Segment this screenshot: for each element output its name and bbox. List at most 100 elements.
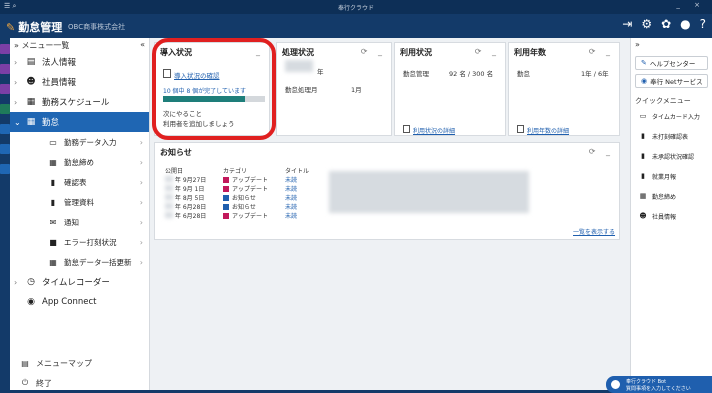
refresh-minimize-icons[interactable]: ⟳ _ bbox=[589, 47, 614, 58]
category-text: アップデート bbox=[232, 213, 269, 220]
refresh-minimize-icons[interactable]: ⟳ _ bbox=[589, 147, 614, 158]
product-logo[interactable]: ✎ 勤怠管理 bbox=[6, 19, 62, 35]
notice-date: 年 8月 5日 bbox=[163, 193, 221, 202]
sidebar-sub-label: 勤怠締め bbox=[64, 157, 94, 167]
quick-item-monthly[interactable]: ▮ 就業月報 bbox=[631, 166, 712, 186]
column-header: カテゴリ bbox=[223, 168, 248, 175]
menu-map-icon: ▤ bbox=[21, 358, 29, 368]
sidebar-sub-report[interactable]: ▮ 確認表 › bbox=[10, 172, 149, 192]
sidebar-menu: » メニュー一覧 « › ▤ 法人情報 › ☻ 社員情報 › ▦ 勤務スケジュー… bbox=[10, 38, 150, 393]
net-service-button[interactable]: ◉ 奉行 Netサービス bbox=[635, 74, 708, 88]
network-icon: ◉ bbox=[641, 77, 648, 85]
sidebar-item-employees[interactable]: › ☻ 社員情報 bbox=[10, 72, 149, 92]
user-icon[interactable]: ● bbox=[680, 17, 690, 31]
table-row[interactable]: 年 6月28日 アップデート 未読 bbox=[163, 211, 323, 220]
table-row[interactable]: 年 8月 5日 お知らせ 未読 bbox=[163, 193, 323, 202]
sidebar-sub-error-stamp[interactable]: ■ エラー打刻状況 › bbox=[10, 232, 149, 252]
sidebar-item-schedule[interactable]: › ▦ 勤務スケジュール bbox=[10, 92, 149, 112]
chevron-right-icon: › bbox=[14, 277, 18, 287]
process-status-card: 処理状況 ⟳ _ 年 勤怠処理月 1月 bbox=[276, 42, 392, 136]
sidebar-header: » メニュー一覧 « bbox=[10, 38, 149, 52]
window-controls[interactable]: _ × bbox=[676, 1, 706, 9]
years-status-title: 利用年数 ⟳ _ bbox=[509, 43, 619, 62]
settings-icon[interactable]: ⚙ bbox=[641, 17, 652, 31]
table-row[interactable]: 年 9月 1日 アップデート 未読 bbox=[163, 184, 323, 193]
button-label: 奉行 Netサービス bbox=[650, 78, 703, 86]
quick-menu-label: クイックメニュー bbox=[635, 97, 691, 105]
export-icon[interactable]: ⇥ bbox=[622, 17, 632, 31]
table-row[interactable]: 年 9月27日 アップデート 未読 bbox=[163, 175, 323, 184]
sidebar-item-app-connect[interactable]: ◉ App Connect bbox=[10, 292, 149, 312]
quick-item-employees[interactable]: ☻ 社員情報 bbox=[631, 206, 712, 226]
category-color-swatch bbox=[223, 213, 229, 219]
sidebar-sub-bulk-update[interactable]: ▦ 勤怠データ一括更新 › bbox=[10, 252, 149, 272]
chatbot-prompt: 質問事項を入力してください bbox=[626, 386, 691, 392]
notice-category: お知らせ bbox=[221, 202, 283, 211]
app-icon-4[interactable] bbox=[0, 104, 10, 114]
sidebar-sub-label: 管理資料 bbox=[64, 197, 94, 207]
date-text: 年 6月28日 bbox=[174, 213, 207, 220]
notice-date: 年 9月27日 bbox=[163, 175, 221, 184]
help-icon[interactable]: ? bbox=[700, 17, 706, 31]
notice-status: 未読 bbox=[285, 186, 298, 193]
quick-item-label: 社員情報 bbox=[652, 213, 677, 221]
quick-item-closing[interactable]: ▦ 勤怠締め bbox=[631, 186, 712, 206]
refresh-minimize-icons[interactable]: ⟳ _ bbox=[475, 47, 500, 58]
chatbot-button[interactable]: 奉行クラウド Bot 質問事項を入力してください bbox=[606, 376, 712, 393]
process-row-label: 勤怠処理月 bbox=[285, 86, 318, 94]
table-row[interactable]: 年 6月28日 お知らせ 未読 bbox=[163, 202, 323, 211]
quick-item-timecard[interactable]: ▭ タイムカード入力 bbox=[631, 106, 712, 126]
sidebar-title[interactable]: » メニュー一覧 bbox=[14, 40, 69, 50]
collapse-icon[interactable]: « bbox=[140, 40, 145, 50]
company-name: OBC商事株式会社 bbox=[68, 23, 126, 31]
app-icon-5[interactable] bbox=[0, 124, 10, 134]
sidebar-sub-notify[interactable]: ✉ 通知 › bbox=[10, 212, 149, 232]
mail-icon: ✉ bbox=[49, 217, 57, 227]
sidebar-sub-label: 確認表 bbox=[64, 177, 87, 187]
redacted-year bbox=[165, 185, 173, 191]
menu-map-button[interactable]: ▤ メニューマップ bbox=[10, 353, 150, 373]
chevron-right-icon: › bbox=[139, 237, 143, 247]
support-icon[interactable]: ✿ bbox=[661, 17, 671, 31]
sidebar-sub-closing[interactable]: ▦ 勤怠締め › bbox=[10, 152, 149, 172]
calendar-edit-icon: ▦ bbox=[49, 257, 57, 267]
sidebar-sub-data-entry[interactable]: ▭ 勤務データ入力 › bbox=[10, 132, 149, 152]
panel-expand-icon[interactable]: » bbox=[631, 38, 712, 52]
notice-category: アップデート bbox=[221, 175, 283, 184]
quick-item-label: 就業月報 bbox=[652, 173, 677, 181]
category-color-swatch bbox=[223, 177, 229, 183]
sidebar-item-time-recorder[interactable]: › ◷ タイムレコーダー bbox=[10, 272, 149, 292]
sidebar-item-label: App Connect bbox=[42, 297, 97, 307]
sidebar-item-corporate[interactable]: › ▤ 法人情報 bbox=[10, 52, 149, 72]
quick-item-unapproved[interactable]: ▮ 未承認状況確認 bbox=[631, 146, 712, 166]
sidebar-sub-management[interactable]: ▮ 管理資料 › bbox=[10, 192, 149, 212]
app-icon-1[interactable] bbox=[0, 44, 10, 54]
sidebar-item-attendance[interactable]: ⌄ ▦ 勤怠 bbox=[10, 112, 149, 132]
years-detail-link[interactable]: 利用年数の詳細 bbox=[527, 126, 569, 135]
chevron-right-icon: › bbox=[14, 77, 18, 87]
notices-more-link[interactable]: 一覧を表示する bbox=[573, 227, 615, 236]
refresh-minimize-icons[interactable]: ⟳ _ bbox=[361, 47, 386, 58]
category-color-swatch bbox=[223, 186, 229, 192]
header-actions: ⇥ ⚙ ✿ ● ? bbox=[622, 17, 706, 31]
app-icon-6[interactable] bbox=[0, 144, 10, 154]
notice-status: 未読 bbox=[285, 195, 298, 202]
chatbot-icon bbox=[609, 378, 622, 391]
building-icon: ▤ bbox=[26, 57, 36, 67]
app-icon-3[interactable] bbox=[0, 84, 10, 94]
calendar-icon: ▦ bbox=[26, 117, 36, 127]
usage-detail-link[interactable]: 利用状況の詳細 bbox=[413, 126, 455, 135]
app-icon-2[interactable] bbox=[0, 64, 10, 74]
category-text: アップデート bbox=[232, 186, 269, 193]
help-center-button[interactable]: ✎ ヘルプセンター bbox=[635, 56, 708, 70]
calendar-icon: ▦ bbox=[639, 192, 647, 200]
quick-item-unstamped[interactable]: ▮ 未打刻確認表 bbox=[631, 126, 712, 146]
usage-status-title: 利用状況 ⟳ _ bbox=[395, 43, 505, 62]
sidebar-sub-label: 勤怠データ一括更新 bbox=[64, 257, 132, 267]
sidebar-item-label: 勤務スケジュール bbox=[42, 98, 110, 108]
notice-status: 未読 bbox=[285, 204, 298, 211]
redacted-year bbox=[165, 203, 173, 209]
app-icon-7[interactable] bbox=[0, 164, 10, 174]
window-title: 奉行クラウド bbox=[337, 5, 374, 12]
usage-status-card: 利用状況 ⟳ _ 勤怠管理 92 名 / 300 名 利用状況の詳細 bbox=[394, 42, 506, 136]
